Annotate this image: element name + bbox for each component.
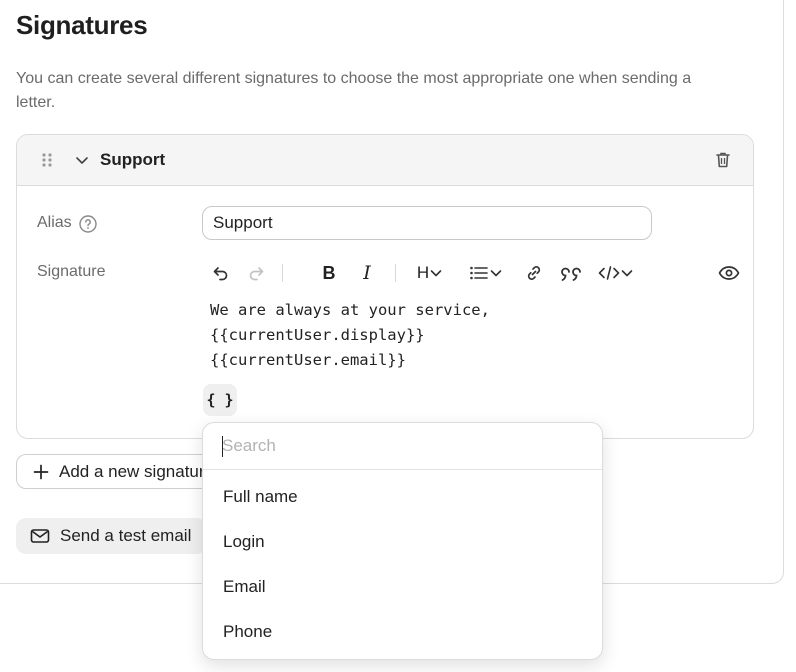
- variable-option[interactable]: Email: [223, 577, 266, 597]
- bold-button[interactable]: B: [318, 259, 340, 287]
- mail-icon: [30, 529, 50, 543]
- redo-icon[interactable]: [245, 259, 267, 287]
- list-dropdown[interactable]: [466, 259, 506, 287]
- plus-icon: [33, 464, 49, 479]
- help-icon[interactable]: [79, 215, 97, 233]
- signature-editor[interactable]: We are always at your service, {{currentU…: [210, 298, 490, 373]
- code-icon: [598, 266, 620, 280]
- toolbar-divider: [395, 264, 396, 282]
- signature-line: We are always at your service,: [210, 301, 490, 319]
- add-signature-label: Add a new signature: [59, 461, 214, 481]
- code-dropdown[interactable]: [595, 259, 637, 287]
- chevron-down-icon: [621, 270, 633, 277]
- quote-icon[interactable]: [558, 259, 584, 287]
- alias-label: Alias: [37, 214, 72, 231]
- toolbar-divider: [282, 264, 283, 282]
- chevron-down-icon[interactable]: [74, 152, 90, 168]
- italic-button[interactable]: I: [356, 259, 378, 287]
- undo-icon[interactable]: [210, 259, 232, 287]
- signature-label: Signature: [37, 263, 106, 280]
- list-icon: [470, 266, 488, 280]
- editor-toolbar: B I H: [202, 259, 740, 287]
- send-test-email-button[interactable]: Send a test email: [16, 518, 206, 554]
- link-icon[interactable]: [523, 259, 545, 287]
- heading-dropdown[interactable]: H: [412, 259, 448, 287]
- signature-line: {{currentUser.display}}: [210, 326, 425, 344]
- add-signature-button[interactable]: Add a new signature: [16, 454, 226, 489]
- send-test-email-label: Send a test email: [60, 526, 192, 545]
- page-description: You can create several different signatu…: [16, 70, 692, 111]
- signature-card-header: Support: [17, 135, 753, 186]
- drag-handle-icon[interactable]: [41, 152, 53, 168]
- trash-icon[interactable]: [713, 150, 733, 170]
- eye-icon[interactable]: [717, 259, 741, 287]
- variable-option[interactable]: Full name: [223, 487, 298, 507]
- chevron-down-icon: [430, 270, 442, 277]
- page-title: Signatures: [16, 10, 148, 40]
- chevron-down-icon: [490, 270, 502, 277]
- insert-variable-button[interactable]: { }: [203, 384, 237, 416]
- text-cursor: [222, 436, 223, 457]
- signature-card: Support Alias Signature B I: [16, 134, 754, 439]
- signature-name: Support: [100, 150, 166, 169]
- variable-option[interactable]: Login: [223, 532, 265, 552]
- alias-input[interactable]: [202, 206, 652, 240]
- variable-dropdown: Full name Login Email Phone: [202, 422, 603, 660]
- variable-option[interactable]: Phone: [223, 622, 272, 642]
- heading-label: H: [416, 263, 430, 282]
- signature-line: {{currentUser.email}}: [210, 351, 406, 369]
- variable-search-input[interactable]: [203, 423, 602, 470]
